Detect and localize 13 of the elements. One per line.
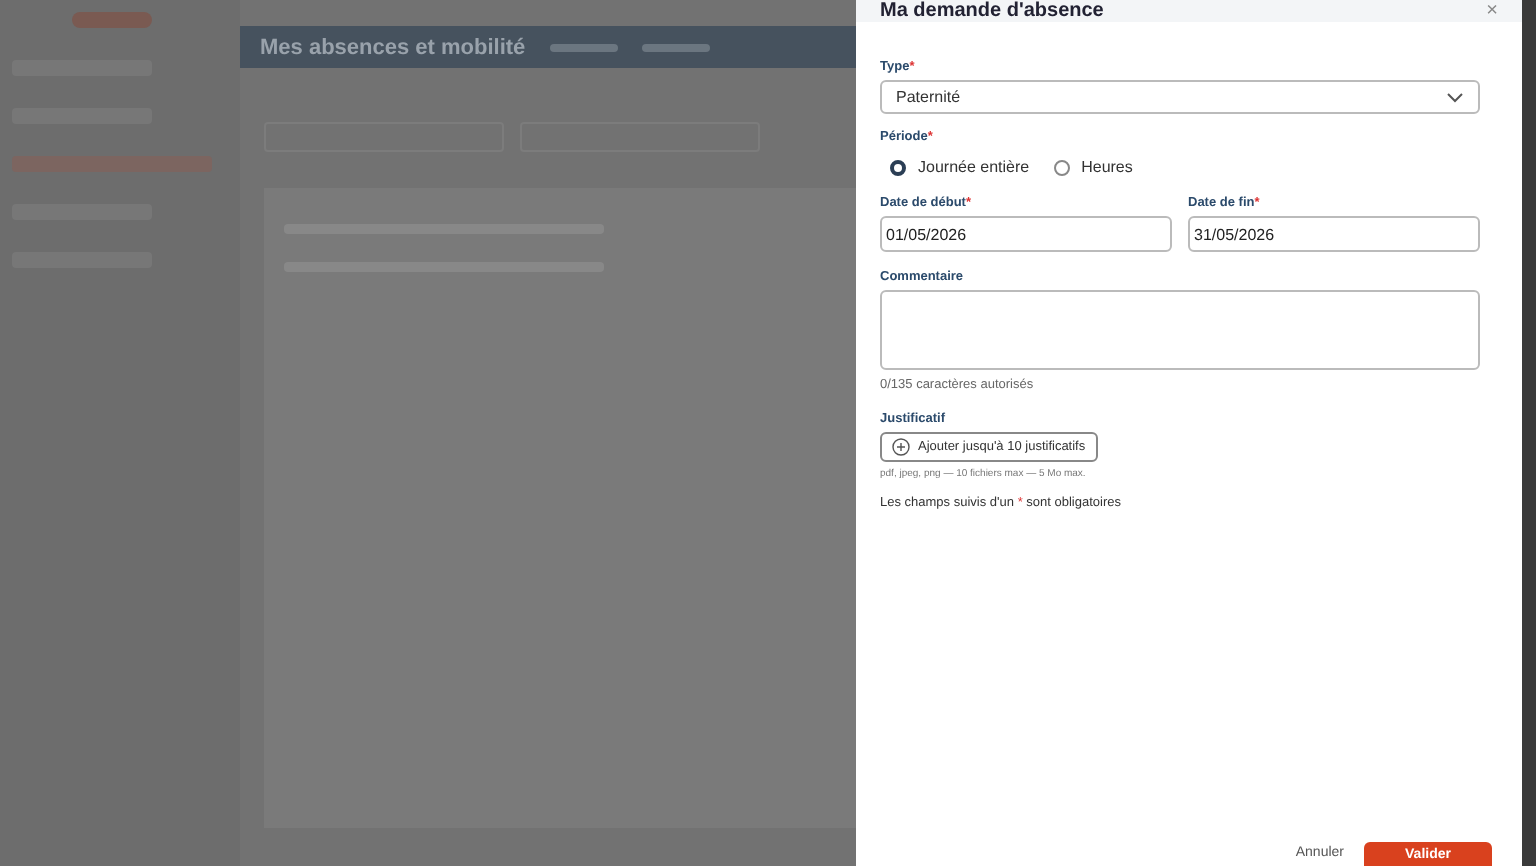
type-select[interactable]: Paternité (880, 80, 1480, 114)
page-title: Mes absences et mobilité (260, 35, 526, 59)
date-field[interactable]: 31/05/2026 (1188, 216, 1480, 252)
comment-field[interactable] (880, 290, 1480, 370)
dialog-title: Ma demande d'absence (880, 0, 1104, 22)
radio-icon[interactable] (1053, 159, 1070, 175)
logo-drawing (72, 12, 152, 28)
radio-option[interactable]: Journée entière (890, 158, 1030, 176)
radio-option[interactable]: Heures (1053, 158, 1133, 176)
date-field[interactable]: 01/05/2026 (880, 216, 1172, 252)
radio-icon[interactable] (890, 159, 906, 175)
plus-circle-icon (892, 438, 910, 456)
chevron-down-icon (1446, 91, 1464, 103)
